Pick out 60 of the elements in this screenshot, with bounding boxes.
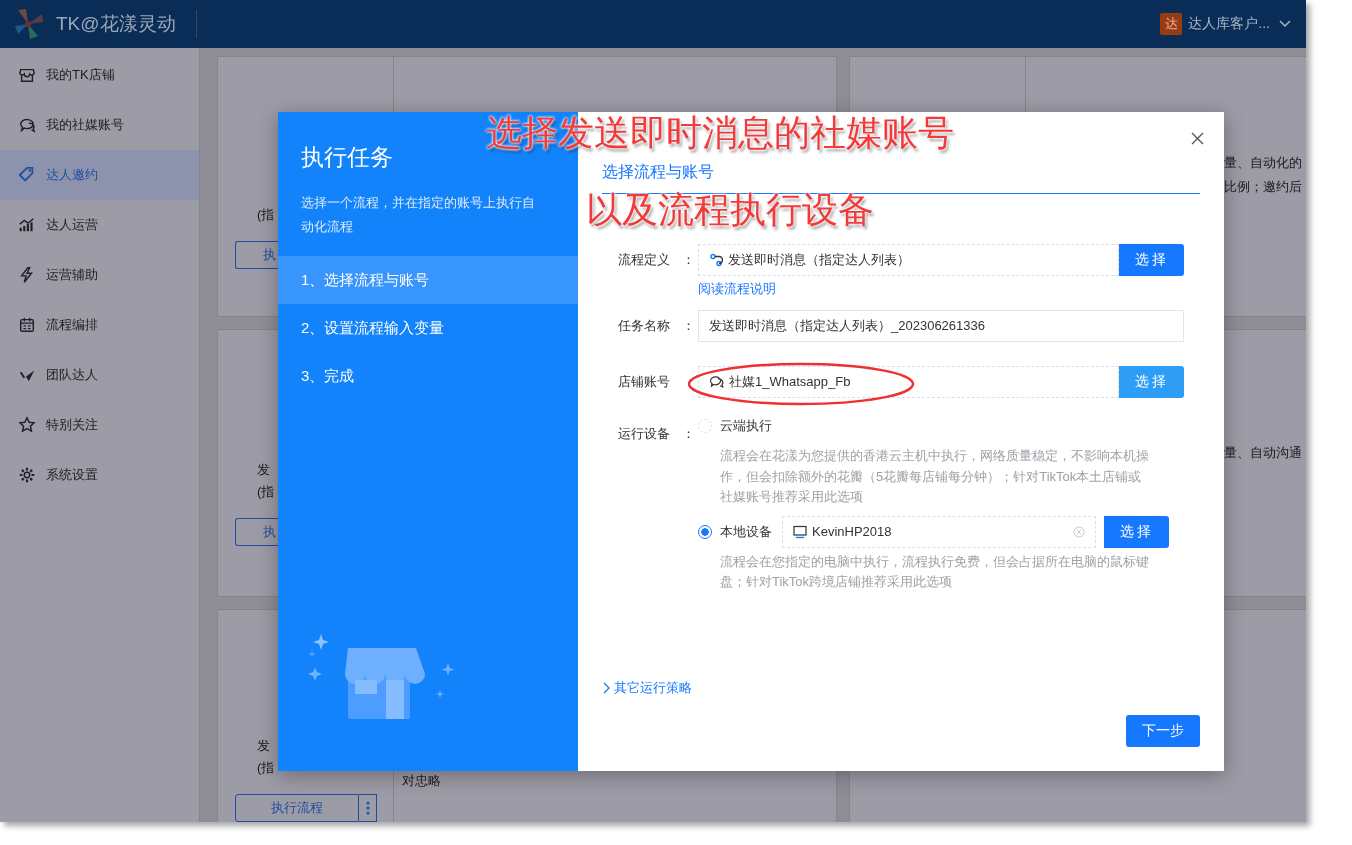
read-flow-link[interactable]: 阅读流程说明 [698, 280, 1184, 298]
calendar-icon [18, 316, 36, 334]
colon: ： [682, 251, 696, 269]
card-text: 量、自动沟通 [1224, 445, 1302, 460]
flow-icon [709, 253, 723, 267]
sidebar-item[interactable]: 我的社媒账号 [0, 100, 199, 150]
monitor-icon [793, 524, 807, 539]
field-label: 运行设备 [618, 425, 671, 443]
card-text: (指 [257, 484, 275, 499]
field-label: 流程定义 [618, 251, 671, 269]
card-text: (指 [257, 207, 275, 222]
more-icon [365, 801, 370, 815]
flow-field[interactable]: 发送即时消息（指定达人列表） [698, 244, 1119, 276]
option-description: 流程会在您指定的电脑中执行，流程执行免费，但会占据所在电脑的鼠标键盘；针对TikTok跨境店铺推荐采用此选项 [720, 552, 1150, 591]
settings-icon [18, 466, 36, 484]
sidebar-item[interactable]: 团队达人 [0, 350, 199, 400]
field-label: 店铺账号 [618, 373, 671, 391]
card-text: (指 [257, 760, 275, 775]
close-icon[interactable] [1191, 132, 1204, 145]
task-name-field[interactable]: 发送即时消息（指定达人列表）_202306261336 [698, 310, 1184, 342]
field-label: 任务名称 [618, 317, 671, 335]
device-field[interactable]: KevinHP2018 [782, 515, 1096, 548]
sidebar-item[interactable]: 我的TK店铺 [0, 50, 199, 100]
user-avatar[interactable]: 达 [1160, 13, 1183, 35]
other-strategy-link[interactable]: 其它运行策略 [602, 679, 1200, 697]
card-text: 发 [257, 462, 270, 477]
card-text: 量、自动化的 [1224, 155, 1302, 170]
modal-subtitle: 选择一个流程，并在指定的账号上执行自动化流程 [301, 194, 536, 236]
select-button[interactable]: 选择 [1119, 244, 1184, 276]
card-text: 发 [257, 738, 270, 753]
star-icon [18, 416, 36, 434]
bar-chart-icon [18, 216, 36, 234]
card-text: 比例；邀约后 [1224, 179, 1302, 194]
sidebar-item[interactable]: 运营辅助 [0, 250, 199, 300]
sidebar-item[interactable]: 系统设置 [0, 450, 199, 500]
tag-icon [18, 166, 36, 184]
step-item[interactable]: 3、完成 [278, 352, 578, 400]
account-name[interactable]: 达人库客户... [1188, 15, 1270, 33]
app-title: TK@花漾灵动 [56, 10, 197, 38]
colon: ： [682, 317, 696, 335]
next-button[interactable]: 下一步 [1126, 715, 1200, 747]
option-label[interactable]: 云端执行 [720, 417, 772, 435]
sidebar-item[interactable]: 达人运营 [0, 200, 199, 250]
sidebar-item[interactable]: 特别关注 [0, 400, 199, 450]
option-label[interactable]: 本地设备 [720, 522, 772, 541]
colon: ： [682, 425, 696, 443]
chat-icon [709, 375, 724, 389]
radio-button[interactable] [698, 524, 712, 539]
chevron-right-icon [602, 682, 610, 694]
card-text: 对忠略 [402, 772, 441, 790]
select-button[interactable]: 选择 [1104, 515, 1169, 548]
step-item[interactable]: 2、设置流程输入变量 [278, 304, 578, 352]
chat-icon [18, 116, 36, 134]
more-button[interactable] [359, 794, 377, 822]
lightning-icon [18, 266, 36, 284]
account-field[interactable]: 社媒1_Whatsapp_Fb [698, 366, 1119, 398]
sidebar-item[interactable]: 流程编排 [0, 300, 199, 350]
modal-title: 执行任务 [301, 143, 393, 172]
store-icon [18, 66, 36, 84]
option-description: 流程会在花漾为您提供的香港云主机中执行，网络质量稳定，不影响本机操作，但会扣除额外的花瓣（5花瓣每店铺每分钟）；针对TikTok本土店铺或社媒账号推荐采用此选项 [720, 447, 1150, 506]
